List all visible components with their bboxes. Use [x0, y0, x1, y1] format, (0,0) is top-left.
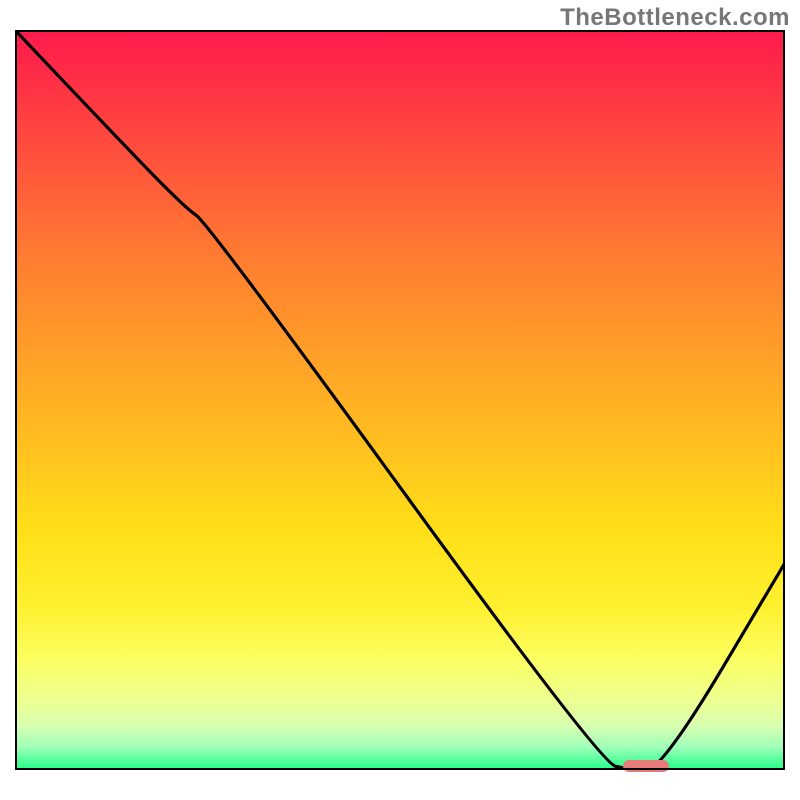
bottleneck-curve-svg — [15, 30, 785, 770]
watermark-text: TheBottleneck.com — [560, 4, 790, 32]
chart-container: TheBottleneck.com — [0, 0, 800, 800]
bottleneck-curve-path — [15, 30, 785, 770]
minimum-marker — [623, 760, 669, 772]
